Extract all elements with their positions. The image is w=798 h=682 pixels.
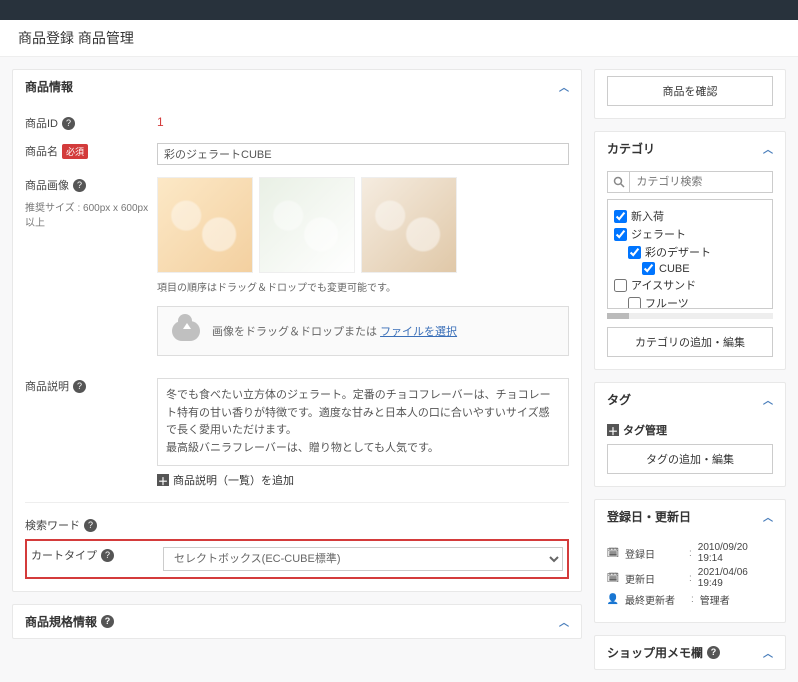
add-desc-label: 商品説明（一覧）を追加 — [173, 472, 294, 488]
meta-row: 👤 最終更新者 : 管理者 — [607, 592, 773, 607]
chevron-up-icon: ︿ — [763, 141, 773, 156]
top-bar — [0, 0, 798, 20]
category-search — [607, 171, 773, 193]
product-name-input[interactable] — [157, 143, 569, 165]
chevron-up-icon: ︿ — [763, 392, 773, 407]
tag-edit-button[interactable]: タグの追加・編集 — [607, 444, 773, 474]
side-column: 商品を確認 カテゴリ ︿ 新入荷 ジェラート 彩のデザート CU — [594, 69, 786, 670]
category-item[interactable]: 彩のデザート — [614, 244, 766, 260]
category-search-input[interactable] — [630, 172, 772, 192]
main-column: 商品情報 ︿ 商品ID ? 1 商品名 必須 — [12, 69, 582, 670]
help-icon[interactable]: ? — [707, 646, 720, 659]
card-header[interactable]: タグ ︿ — [595, 383, 785, 416]
product-image[interactable] — [361, 177, 457, 273]
name-label: 商品名 — [25, 143, 58, 159]
card-header[interactable]: ショップ用メモ欄 ? ︿ — [595, 636, 785, 669]
field-row-id: 商品ID ? 1 — [25, 109, 569, 137]
description-input[interactable]: 冬でも食べたい立方体のジェラート。定番のチョコフレーバーは、チョコレート特有の甘… — [157, 378, 569, 466]
field-row-images: 商品画像 ? 推奨サイズ : 600px x 600px以上 項目の順序はドラッ… — [25, 171, 569, 362]
user-icon: 👤 — [607, 594, 619, 606]
card-title: 商品情報 — [25, 78, 73, 95]
scrollbar-horizontal[interactable] — [607, 313, 773, 319]
cart-type-label: カートタイプ — [31, 547, 97, 563]
product-info-card: 商品情報 ︿ 商品ID ? 1 商品名 必須 — [12, 69, 582, 592]
memo-title: ショップ用メモ欄 — [607, 644, 703, 661]
image-list — [157, 177, 569, 273]
field-row-name: 商品名 必須 — [25, 137, 569, 171]
help-icon[interactable]: ? — [62, 117, 75, 130]
card-header[interactable]: カテゴリ ︿ — [595, 132, 785, 165]
search-icon — [608, 172, 630, 192]
help-icon[interactable]: ? — [84, 519, 97, 532]
required-badge: 必須 — [62, 144, 88, 159]
help-icon[interactable]: ? — [73, 380, 86, 393]
tag-manage-link[interactable]: ＋ タグ管理 — [607, 422, 773, 438]
category-checkbox[interactable] — [628, 246, 641, 259]
category-card: カテゴリ ︿ 新入荷 ジェラート 彩のデザート CUBE アイスサンド フルーツ — [594, 131, 786, 370]
category-checkbox[interactable] — [614, 228, 627, 241]
field-row-search-word: 検索ワード ? — [25, 511, 569, 539]
card-header[interactable]: 商品規格情報 ? ︿ — [13, 605, 581, 638]
help-icon[interactable]: ? — [101, 615, 114, 628]
spec-title: 商品規格情報 — [25, 613, 97, 630]
calendar-icon: 🗓 — [607, 572, 619, 584]
meta-row: 🗓 更新日 : 2021/04/06 19:49 — [607, 567, 773, 589]
file-select-link[interactable]: ファイルを選択 — [380, 326, 457, 338]
category-list: 新入荷 ジェラート 彩のデザート CUBE アイスサンド フルーツ — [607, 199, 773, 309]
meta-row: 🗓 登録日 : 2010/09/20 19:14 — [607, 542, 773, 564]
layout: 商品情報 ︿ 商品ID ? 1 商品名 必須 — [0, 57, 798, 682]
drag-note: 項目の順序はドラッグ＆ドロップでも変更可能です。 — [157, 279, 569, 294]
card-header[interactable]: 商品情報 ︿ — [13, 70, 581, 103]
tag-card: タグ ︿ ＋ タグ管理 タグの追加・編集 — [594, 382, 786, 487]
chevron-up-icon: ︿ — [559, 79, 569, 94]
add-description-link[interactable]: ＋ 商品説明（一覧）を追加 — [157, 472, 569, 488]
help-icon[interactable]: ? — [73, 179, 86, 192]
category-title: カテゴリ — [607, 140, 655, 157]
image-label: 商品画像 — [25, 177, 69, 193]
id-value: 1 — [157, 115, 569, 129]
search-word-label: 検索ワード — [25, 517, 80, 533]
desc-label: 商品説明 — [25, 378, 69, 394]
category-checkbox[interactable] — [614, 210, 627, 223]
product-spec-card: 商品規格情報 ? ︿ — [12, 604, 582, 639]
confirm-product-button[interactable]: 商品を確認 — [607, 76, 773, 106]
category-item[interactable]: ジェラート — [614, 226, 766, 242]
plus-icon: ＋ — [157, 474, 169, 486]
tag-title: タグ — [607, 391, 631, 408]
memo-card: ショップ用メモ欄 ? ︿ — [594, 635, 786, 670]
field-row-desc: 商品説明 ? 冬でも食べたい立方体のジェラート。定番のチョコフレーバーは、チョコ… — [25, 372, 569, 494]
help-icon[interactable]: ? — [101, 549, 114, 562]
id-label: 商品ID — [25, 115, 58, 131]
plus-icon: ＋ — [607, 424, 619, 436]
dates-title: 登録日・更新日 — [607, 508, 691, 525]
category-checkbox[interactable] — [628, 297, 641, 310]
page-title: 商品登録 商品管理 — [0, 20, 798, 57]
confirm-card: 商品を確認 — [594, 69, 786, 119]
chevron-up-icon: ︿ — [763, 509, 773, 524]
category-item[interactable]: 新入荷 — [614, 208, 766, 224]
dropzone-text: 画像をドラッグ＆ドロップまたは — [212, 326, 377, 338]
upload-icon — [172, 321, 200, 341]
image-hint: 推奨サイズ : 600px x 600px以上 — [25, 199, 157, 229]
category-edit-button[interactable]: カテゴリの追加・編集 — [607, 327, 773, 357]
image-dropzone[interactable]: 画像をドラッグ＆ドロップまたは ファイルを選択 — [157, 306, 569, 356]
calendar-icon: 🗓 — [607, 547, 619, 559]
category-item[interactable]: フルーツ — [614, 295, 766, 309]
product-image[interactable] — [259, 177, 355, 273]
dates-card: 登録日・更新日 ︿ 🗓 登録日 : 2010/09/20 19:14 🗓 更新日… — [594, 499, 786, 623]
chevron-up-icon: ︿ — [763, 645, 773, 660]
product-image[interactable] — [157, 177, 253, 273]
chevron-up-icon: ︿ — [559, 614, 569, 629]
category-item[interactable]: CUBE — [614, 262, 766, 275]
cart-type-select[interactable]: セレクトボックス(EC-CUBE標準) — [163, 547, 563, 571]
category-item[interactable]: アイスサンド — [614, 277, 766, 293]
category-checkbox[interactable] — [642, 262, 655, 275]
category-checkbox[interactable] — [614, 279, 627, 292]
highlighted-field: カートタイプ ? セレクトボックス(EC-CUBE標準) — [25, 539, 569, 579]
card-header[interactable]: 登録日・更新日 ︿ — [595, 500, 785, 533]
